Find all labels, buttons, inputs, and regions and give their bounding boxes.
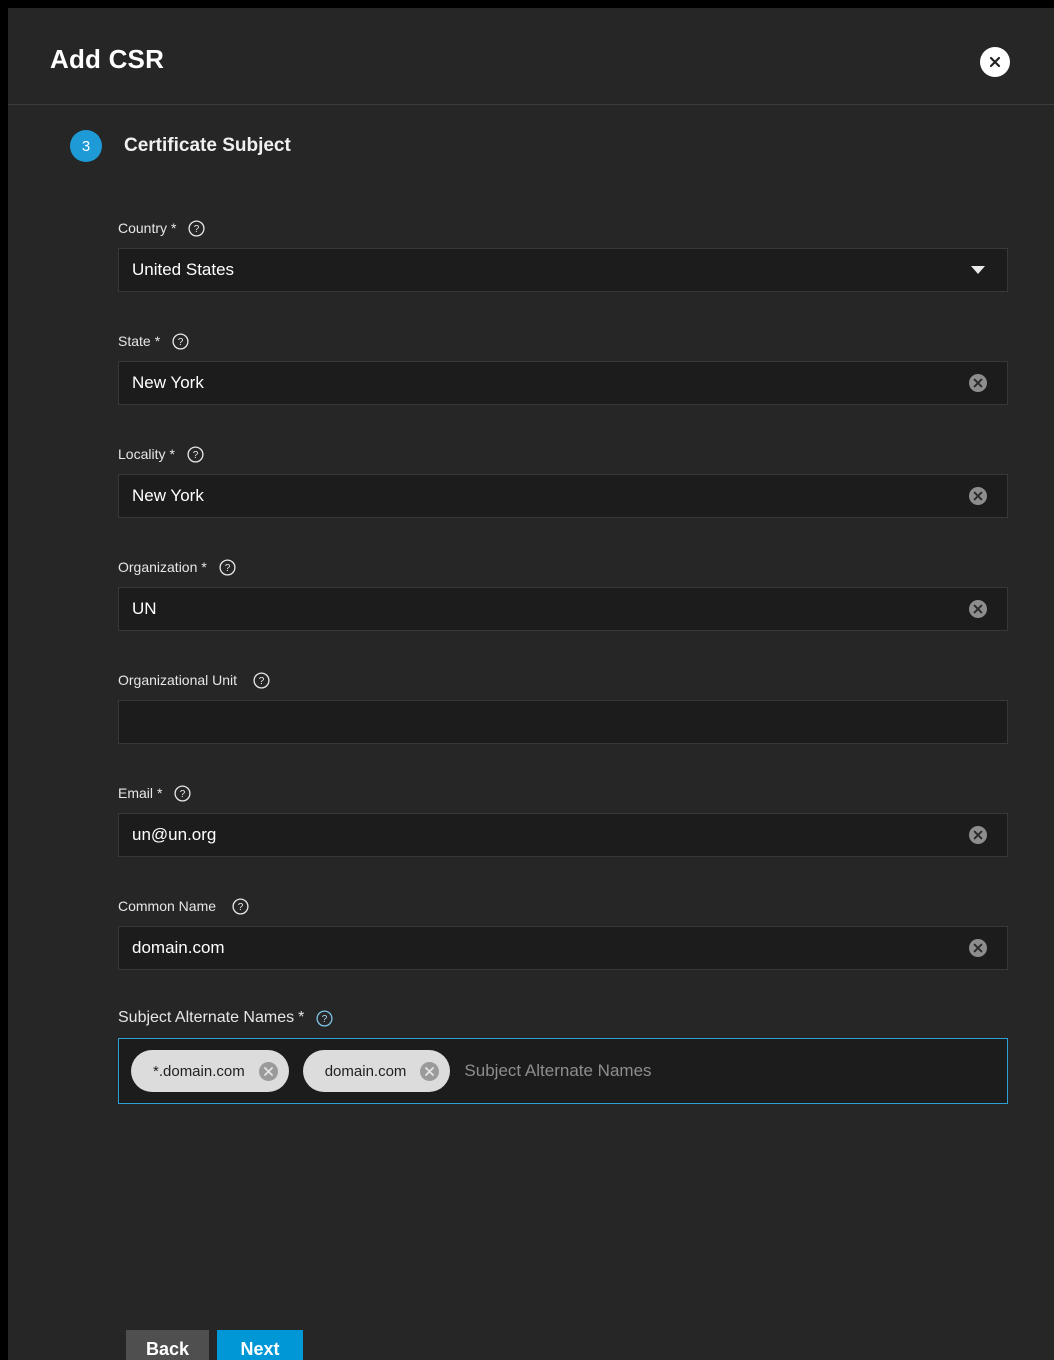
organization-input[interactable]: UN — [118, 587, 1008, 631]
help-icon[interactable]: ? — [316, 1010, 333, 1027]
locality-input[interactable]: New York — [118, 474, 1008, 518]
country-selected-value: United States — [119, 260, 963, 280]
help-icon[interactable]: ? — [219, 559, 236, 576]
help-icon[interactable]: ? — [232, 898, 249, 915]
svg-text:?: ? — [259, 676, 265, 687]
field-country-label: Country * ? — [118, 218, 1008, 238]
spacer — [118, 518, 1008, 557]
certificate-subject-form: Country * ? United States State * — [118, 218, 1008, 1104]
help-icon[interactable]: ? — [172, 333, 189, 350]
field-subject-alternate-names-required-marker: * — [298, 1009, 304, 1027]
svg-text:?: ? — [193, 450, 199, 461]
field-country: Country * ? United States — [118, 218, 1008, 292]
field-organization-label-text: Organization — [118, 559, 197, 575]
step-title: Certificate Subject — [124, 135, 291, 157]
list-item[interactable]: *.domain.com — [131, 1050, 289, 1092]
svg-text:?: ? — [180, 789, 186, 800]
field-email-required-marker: * — [157, 785, 162, 801]
close-button[interactable] — [980, 47, 1010, 77]
close-icon — [987, 54, 1003, 70]
page-title: Add CSR — [50, 44, 164, 75]
clear-icon[interactable] — [968, 825, 988, 845]
clear-icon[interactable] — [968, 938, 988, 958]
spacer — [118, 970, 1008, 1008]
remove-chip-icon[interactable] — [258, 1061, 279, 1082]
field-email-label: Email * ? — [118, 783, 1008, 803]
svg-text:?: ? — [178, 337, 184, 348]
field-organization-required-marker: * — [201, 559, 206, 575]
field-subject-alternate-names: Subject Alternate Names * ? *.domain.com — [118, 1008, 1008, 1104]
help-icon[interactable]: ? — [253, 672, 270, 689]
state-input[interactable]: New York — [118, 361, 1008, 405]
field-locality-label: Locality * ? — [118, 444, 1008, 464]
common-name-input[interactable]: domain.com — [118, 926, 1008, 970]
field-organizational-unit-label: Organizational Unit ? — [118, 670, 1008, 690]
back-button[interactable]: Back — [126, 1330, 209, 1360]
field-common-name-label-text: Common Name — [118, 898, 216, 914]
dialog-footer: Back Next — [126, 1330, 303, 1360]
spacer — [118, 405, 1008, 444]
field-common-name: Common Name ? domain.com — [118, 896, 1008, 970]
chevron-down-icon[interactable] — [963, 266, 993, 274]
field-common-name-label: Common Name ? — [118, 896, 1008, 916]
step-number-badge: 3 — [70, 130, 102, 162]
country-select[interactable]: United States — [118, 248, 1008, 292]
chip-label: domain.com — [325, 1063, 407, 1080]
field-email-label-text: Email — [118, 785, 153, 801]
remove-chip-icon[interactable] — [419, 1061, 440, 1082]
svg-text:?: ? — [322, 1014, 328, 1025]
field-country-required-marker: * — [171, 220, 176, 236]
common-name-input-value: domain.com — [119, 938, 968, 958]
clear-icon[interactable] — [968, 599, 988, 619]
field-organizational-unit-label-text: Organizational Unit — [118, 672, 237, 688]
add-csr-dialog: Add CSR 3 Certificate Subject Country * — [8, 8, 1054, 1360]
help-icon[interactable]: ? — [187, 446, 204, 463]
state-input-value: New York — [119, 373, 968, 393]
field-locality: Locality * ? New York — [118, 444, 1008, 518]
field-organization-label: Organization * ? — [118, 557, 1008, 577]
organizational-unit-input[interactable] — [118, 700, 1008, 744]
svg-text:?: ? — [225, 563, 231, 574]
field-subject-alternate-names-label: Subject Alternate Names * ? — [118, 1008, 1008, 1028]
email-field-value: un@un.org — [119, 825, 968, 845]
help-icon[interactable]: ? — [174, 785, 191, 802]
subject-alternate-names-input[interactable]: *.domain.com domain.com — [118, 1038, 1008, 1104]
step-header: 3 Certificate Subject — [8, 130, 291, 162]
clear-icon[interactable] — [968, 486, 988, 506]
field-locality-required-marker: * — [169, 446, 174, 462]
field-organization: Organization * ? UN — [118, 557, 1008, 631]
field-state-label-text: State — [118, 333, 151, 349]
chip-label: *.domain.com — [153, 1063, 245, 1080]
field-subject-alternate-names-label-text: Subject Alternate Names — [118, 1009, 294, 1027]
email-field[interactable]: un@un.org — [118, 813, 1008, 857]
spacer — [118, 631, 1008, 670]
next-button[interactable]: Next — [217, 1330, 303, 1360]
subject-alternate-names-placeholder: Subject Alternate Names — [464, 1061, 651, 1081]
locality-input-value: New York — [119, 486, 968, 506]
field-locality-label-text: Locality — [118, 446, 165, 462]
spacer — [118, 857, 1008, 896]
field-email: Email * ? un@un.org — [118, 783, 1008, 857]
spacer — [118, 292, 1008, 331]
svg-text:?: ? — [238, 902, 244, 913]
field-state-label: State * ? — [118, 331, 1008, 351]
help-icon[interactable]: ? — [188, 220, 205, 237]
field-state-required-marker: * — [155, 333, 160, 349]
svg-text:?: ? — [194, 224, 200, 235]
list-item[interactable]: domain.com — [303, 1050, 451, 1092]
organization-input-value: UN — [119, 599, 968, 619]
clear-icon[interactable] — [968, 373, 988, 393]
field-country-label-text: Country — [118, 220, 167, 236]
field-state: State * ? New York — [118, 331, 1008, 405]
dialog-header: Add CSR — [8, 8, 1054, 105]
field-organizational-unit: Organizational Unit ? — [118, 670, 1008, 744]
spacer — [118, 744, 1008, 783]
